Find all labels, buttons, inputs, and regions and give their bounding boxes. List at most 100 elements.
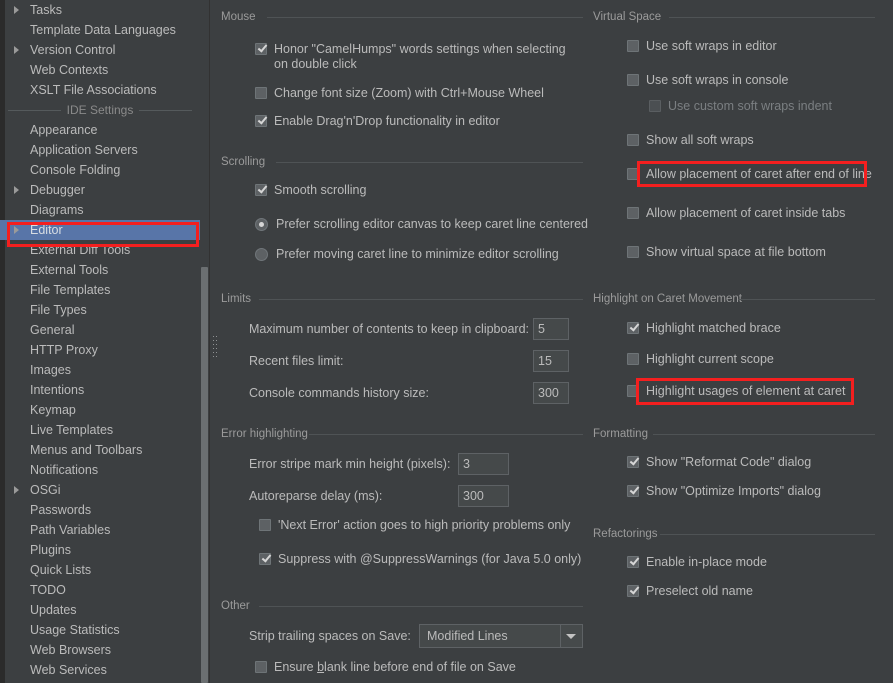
sidebar-item-appearance[interactable]: Appearance (0, 120, 200, 140)
sidebar-item-live-templates[interactable]: Live Templates (0, 420, 200, 440)
group-rule-limits (259, 299, 583, 300)
select-strip-trailing-spaces[interactable]: Modified Lines (419, 624, 583, 648)
sidebar-item-http-proxy[interactable]: HTTP Proxy (0, 340, 200, 360)
sidebar-item-osgi[interactable]: OSGi (0, 480, 200, 500)
sidebar-item-tasks[interactable]: Tasks (0, 0, 200, 20)
group-rule-error-highlighting (309, 434, 583, 435)
tree-separator-ide-settings: IDE Settings (0, 100, 200, 120)
checkbox-show-reformat-dialog[interactable] (627, 456, 639, 468)
check-icon (257, 42, 267, 52)
radio-prefer-canvas[interactable] (255, 218, 268, 231)
sidebar-item-plugins[interactable]: Plugins (0, 540, 200, 560)
sidebar-item-label: XSLT File Associations (30, 83, 157, 97)
sidebar-item-application-servers[interactable]: Application Servers (0, 140, 200, 160)
sidebar-item-general[interactable]: General (0, 320, 200, 340)
label-clipboard-limit: Maximum number of contents to keep in cl… (249, 322, 529, 336)
checkbox-enable-dnd[interactable] (255, 115, 267, 127)
sidebar-item-label: Web Services (30, 663, 107, 677)
option-label: Highlight usages of element at caret (646, 384, 846, 398)
sidebar-item-updates[interactable]: Updates (0, 600, 200, 620)
checkbox-next-error[interactable] (259, 519, 271, 531)
input-autoreparse-delay[interactable] (458, 485, 509, 507)
option-label: Prefer moving caret line to minimize edi… (276, 247, 559, 261)
sidebar-item-label: Keymap (30, 403, 76, 417)
sidebar-item-notifications[interactable]: Notifications (0, 460, 200, 480)
sidebar-item-label: Diagrams (30, 203, 84, 217)
sidebar-item-images[interactable]: Images (0, 360, 200, 380)
option-label: Use soft wraps in console (646, 73, 789, 87)
sidebar-item-passwords[interactable]: Passwords (0, 500, 200, 520)
chevron-right-icon[interactable] (14, 486, 19, 494)
checkbox-caret-after-eol[interactable] (627, 168, 639, 180)
settings-category-tree[interactable]: Tasks Template Data Languages Version Cont… (0, 0, 200, 683)
checkbox-preselect-old-name[interactable] (627, 585, 639, 597)
checkbox-ensure-blank-line[interactable] (255, 661, 267, 673)
checkbox-highlight-matched-brace[interactable] (627, 322, 639, 334)
checkbox-soft-wraps-editor[interactable] (627, 40, 639, 52)
sidebar-item-editor[interactable]: Editor (0, 220, 200, 240)
sidebar-item-external-diff-tools[interactable]: External Diff Tools (0, 240, 200, 260)
label-strip-trailing-spaces: Strip trailing spaces on Save: (249, 629, 411, 643)
input-error-stripe-height[interactable] (458, 453, 509, 475)
checkbox-change-font-size[interactable] (255, 87, 267, 99)
check-icon (629, 555, 639, 565)
sidebar-item-label: Images (30, 363, 71, 377)
option-label: Highlight current scope (646, 352, 774, 366)
sidebar-item-label: Usage Statistics (30, 623, 120, 637)
sidebar-item-web-contexts[interactable]: Web Contexts (0, 60, 200, 80)
radio-prefer-caret[interactable] (255, 248, 268, 261)
sidebar-item-web-browsers[interactable]: Web Browsers (0, 640, 200, 660)
chevron-right-icon[interactable] (14, 46, 19, 54)
sidebar-item-web-services[interactable]: Web Services (0, 660, 200, 680)
tree-list[interactable]: Tasks Template Data Languages Version Cont… (0, 0, 200, 680)
checkbox-highlight-usages-at-caret[interactable] (627, 385, 639, 397)
sidebar-item-template-data-languages[interactable]: Template Data Languages (0, 20, 200, 40)
checkbox-suppress-warnings[interactable] (259, 553, 271, 565)
group-title-formatting: Formatting (593, 428, 648, 440)
input-clipboard-limit[interactable] (533, 318, 569, 340)
option-honor-camelhumps[interactable]: Honor "CamelHumps" words settings when s… (255, 42, 581, 72)
option-label: Enable Drag'n'Drop functionality in edit… (274, 114, 500, 128)
option-label: Honor "CamelHumps" words settings when s… (274, 42, 566, 71)
option-label: Show "Optimize Imports" dialog (646, 484, 821, 498)
chevron-right-icon[interactable] (14, 226, 19, 234)
settings-dialog: Tasks Template Data Languages Version Cont… (0, 0, 893, 683)
sidebar-item-external-tools[interactable]: External Tools (0, 260, 200, 280)
input-recent-files-limit[interactable] (533, 350, 569, 372)
sidebar-item-path-variables[interactable]: Path Variables (0, 520, 200, 540)
chevron-right-icon[interactable] (14, 6, 19, 14)
checkbox-highlight-current-scope[interactable] (627, 353, 639, 365)
sidebar-item-intentions[interactable]: Intentions (0, 380, 200, 400)
checkbox-caret-inside-tabs[interactable] (627, 207, 639, 219)
option-label: Change font size (Zoom) with Ctrl+Mouse … (274, 86, 544, 100)
sidebar-scrollbar-thumb[interactable] (201, 267, 208, 683)
sidebar-item-label: File Types (30, 303, 87, 317)
sidebar-item-usage-statistics[interactable]: Usage Statistics (0, 620, 200, 640)
sidebar-item-quick-lists[interactable]: Quick Lists (0, 560, 200, 580)
select-value: Modified Lines (427, 629, 508, 643)
checkbox-show-optimize-imports-dialog[interactable] (627, 485, 639, 497)
sidebar-item-menus-and-toolbars[interactable]: Menus and Toolbars (0, 440, 200, 460)
input-console-history-size[interactable] (533, 382, 569, 404)
sidebar-item-debugger[interactable]: Debugger (0, 180, 200, 200)
checkbox-virtual-space-bottom[interactable] (627, 246, 639, 258)
group-title-error-highlighting: Error highlighting (221, 428, 308, 440)
sidebar-item-console-folding[interactable]: Console Folding (0, 160, 200, 180)
checkbox-enable-in-place-mode[interactable] (627, 556, 639, 568)
sidebar-item-version-control[interactable]: Version Control (0, 40, 200, 60)
sidebar-item-file-templates[interactable]: File Templates (0, 280, 200, 300)
checkbox-custom-soft-wraps-indent[interactable] (649, 100, 661, 112)
checkbox-show-all-soft-wraps[interactable] (627, 134, 639, 146)
sidebar-item-diagrams[interactable]: Diagrams (0, 200, 200, 220)
sidebar-item-file-types[interactable]: File Types (0, 300, 200, 320)
sidebar-item-todo[interactable]: TODO (0, 580, 200, 600)
checkbox-smooth-scrolling[interactable] (255, 184, 267, 196)
sidebar-item-keymap[interactable]: Keymap (0, 400, 200, 420)
group-rule-formatting (653, 434, 875, 435)
checkbox-soft-wraps-console[interactable] (627, 74, 639, 86)
chevron-right-icon[interactable] (14, 186, 19, 194)
group-rule-scrolling (276, 162, 583, 163)
checkbox-honor-camelhumps[interactable] (255, 43, 267, 55)
sidebar-item-xslt-file-associations[interactable]: XSLT File Associations (0, 80, 200, 100)
select-dropdown-button[interactable] (560, 625, 582, 647)
